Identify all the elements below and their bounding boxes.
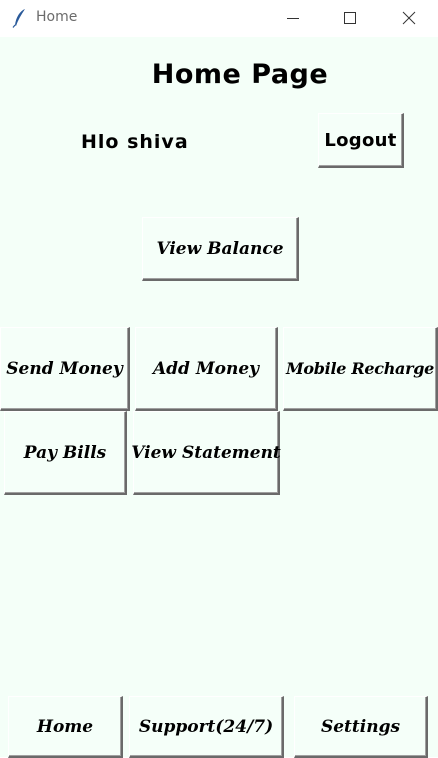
- close-icon: [402, 11, 416, 25]
- pay-bills-button[interactable]: Pay Bills: [4, 411, 127, 495]
- page-title: Home Page: [151, 59, 329, 90]
- close-button[interactable]: [386, 0, 432, 37]
- greeting-label: Hlo shiva: [81, 131, 189, 153]
- minimize-icon: [287, 18, 299, 19]
- mobile-recharge-button[interactable]: Mobile Recharge: [283, 327, 438, 411]
- title-bar: Home: [0, 0, 438, 37]
- maximize-icon: [344, 12, 356, 24]
- footer-home-button[interactable]: Home: [8, 696, 123, 758]
- add-money-button[interactable]: Add Money: [135, 327, 278, 411]
- logout-button[interactable]: Logout: [318, 113, 404, 168]
- view-statement-button[interactable]: View Statement: [131, 411, 281, 495]
- footer-settings-button[interactable]: Settings: [294, 696, 428, 758]
- minimize-button[interactable]: [270, 0, 316, 37]
- feather-icon: [12, 8, 28, 28]
- view-balance-button[interactable]: View Balance: [142, 217, 299, 281]
- footer-support-button[interactable]: Support(24/7): [129, 696, 284, 758]
- maximize-button[interactable]: [327, 0, 373, 37]
- send-money-button[interactable]: Send Money: [0, 327, 130, 411]
- window-title: Home: [36, 9, 78, 25]
